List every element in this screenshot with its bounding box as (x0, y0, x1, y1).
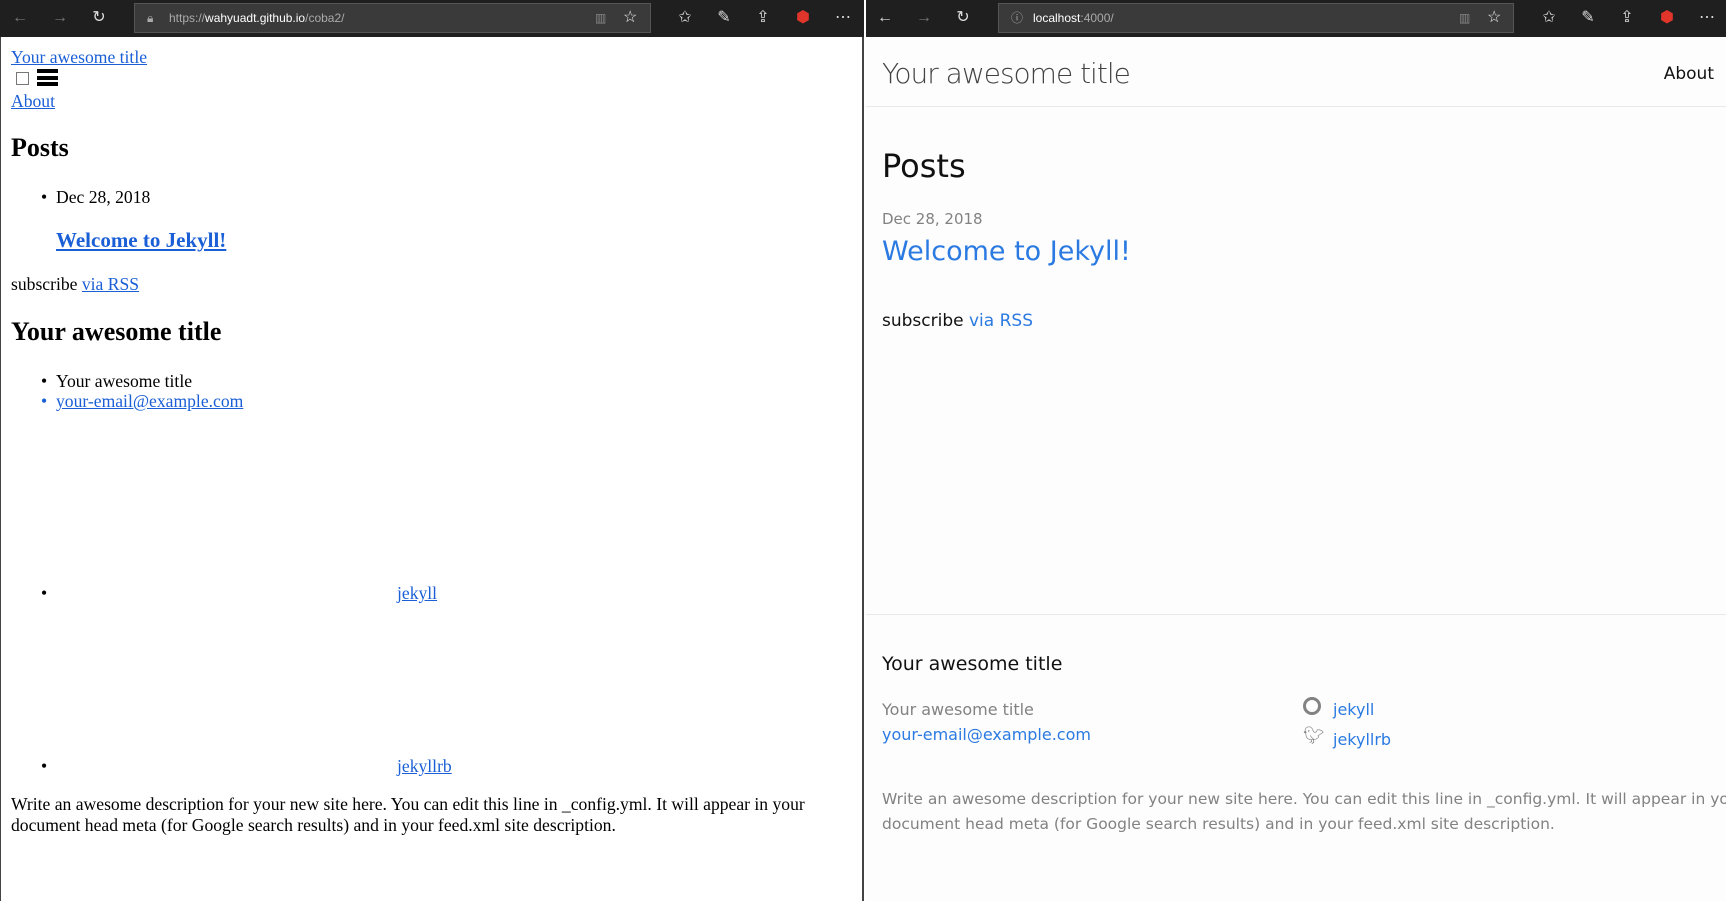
menu-icon[interactable] (37, 69, 58, 86)
subscribe-text: subscribe via RSS (11, 274, 139, 295)
github-link[interactable]: jekyll (393, 583, 437, 604)
subscribe-label: subscribe (11, 274, 78, 294)
share-icon[interactable]: ⇪ (1616, 8, 1638, 28)
forward-icon[interactable]: → (49, 8, 71, 28)
favorite-star-icon[interactable]: ☆ (623, 4, 637, 32)
twitter-link[interactable]: jekyllrb (1333, 730, 1391, 749)
post-date: Dec 28, 2018 (41, 187, 150, 208)
site-title-link[interactable]: Your awesome title (11, 47, 147, 68)
site-footer-divider (866, 614, 1726, 615)
post-date: Dec 28, 2018 (882, 210, 983, 228)
refresh-icon[interactable]: ↻ (88, 8, 110, 28)
site-description-line2: document head meta (for Google search re… (11, 815, 616, 835)
shield-extension-icon[interactable]: ⬢ (1656, 8, 1678, 28)
left-page-unstyled: Your awesome title About Posts Dec 28, 2… (0, 37, 864, 901)
favorites-icon[interactable]: ✩ (1538, 8, 1560, 28)
url-path: /coba2/ (305, 11, 345, 25)
subscribe-label: subscribe (882, 311, 964, 331)
post-link[interactable]: Welcome to Jekyll! (882, 236, 1131, 267)
url-host: localhost (1033, 11, 1081, 25)
reading-view-icon[interactable]: ▥ (595, 4, 606, 32)
lock-icon: 🔒︎ (147, 11, 154, 25)
nav-trigger-checkbox[interactable] (16, 72, 29, 85)
back-icon[interactable]: ← (9, 8, 31, 28)
github-icon (1303, 697, 1321, 715)
url-prefix: https:// (169, 11, 206, 25)
site-title-link[interactable]: Your awesome title (882, 57, 1131, 90)
site-description-line2: document head meta (for Google search re… (882, 815, 1555, 833)
footer-name: Your awesome title (882, 700, 1034, 719)
site-description-line1: Write an awesome description for your ne… (882, 790, 1726, 808)
shield-extension-icon[interactable]: ⬢ (792, 8, 814, 28)
favorites-icon[interactable]: ✩ (674, 8, 696, 28)
url-host: wahyuadt.github.io (205, 11, 306, 25)
address-bar[interactable]: 🔒︎ https://wahyuadt.github.io/coba2/ ▥ ☆ (134, 3, 651, 33)
more-icon[interactable]: ⋯ (1696, 8, 1718, 28)
rss-link[interactable]: via RSS (969, 311, 1033, 331)
pen-icon[interactable]: ✎ (713, 8, 735, 28)
refresh-icon[interactable]: ↻ (952, 8, 974, 28)
about-link[interactable]: About (11, 91, 55, 112)
twitter-icon: 🐦︎ (1303, 726, 1325, 746)
footer-email-link[interactable]: your-email@example.com (882, 725, 1091, 744)
right-browser-toolbar: ← → ↻ ⓘ localhost:4000/ ▥ ☆ ✩ ✎ ⇪ ⬢ ⋯ (866, 0, 1726, 37)
posts-heading: Posts (882, 147, 966, 185)
info-icon: ⓘ (1011, 11, 1024, 25)
footer-email-link[interactable]: your-email@example.com (41, 391, 243, 412)
subscribe-text: subscribe via RSS (882, 311, 1033, 331)
post-link[interactable]: Welcome to Jekyll! (56, 228, 226, 253)
twitter-link[interactable]: jekyllrb (393, 756, 452, 777)
posts-heading: Posts (11, 133, 69, 162)
right-page-styled: Your awesome title About Posts Dec 28, 2… (866, 37, 1726, 901)
favorite-star-icon[interactable]: ☆ (1487, 4, 1501, 32)
left-browser-toolbar: ← → ↻ 🔒︎ https://wahyuadt.github.io/coba… (0, 0, 864, 37)
about-link[interactable]: About (1664, 64, 1714, 84)
address-bar[interactable]: ⓘ localhost:4000/ ▥ ☆ (998, 3, 1514, 33)
share-icon[interactable]: ⇪ (752, 8, 774, 28)
footer-heading: Your awesome title (882, 653, 1063, 675)
forward-icon[interactable]: → (913, 8, 935, 28)
github-link[interactable]: jekyll (1333, 700, 1374, 719)
site-description-line1: Write an awesome description for your ne… (11, 794, 805, 814)
more-icon[interactable]: ⋯ (832, 8, 854, 28)
footer-heading: Your awesome title (11, 317, 222, 346)
rss-link[interactable]: via RSS (82, 274, 139, 294)
reading-view-icon[interactable]: ▥ (1459, 4, 1470, 32)
url-path: :4000/ (1080, 11, 1114, 25)
pen-icon[interactable]: ✎ (1577, 8, 1599, 28)
footer-name: Your awesome title (41, 371, 192, 392)
back-icon[interactable]: ← (874, 8, 896, 28)
